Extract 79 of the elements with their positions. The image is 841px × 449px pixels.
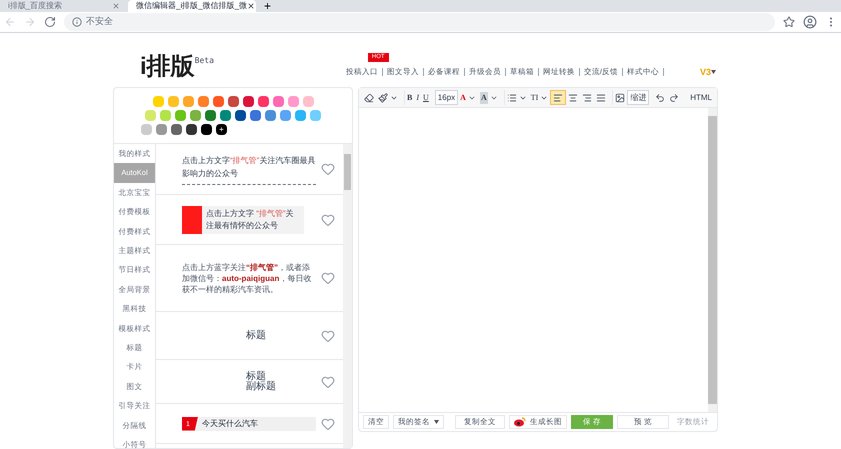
color-swatch[interactable] bbox=[258, 96, 268, 107]
color-swatch[interactable] bbox=[220, 110, 231, 121]
underline-button[interactable]: U bbox=[421, 90, 431, 105]
color-swatch[interactable] bbox=[156, 124, 167, 135]
color-swatch[interactable] bbox=[205, 110, 216, 121]
color-swatch[interactable] bbox=[302, 96, 314, 107]
follow-text: 点击上方文字 “排气管”关注最有情怀的公众号 bbox=[206, 208, 295, 232]
profile-icon[interactable] bbox=[803, 15, 817, 29]
italic-button[interactable]: I bbox=[414, 90, 422, 105]
align-left-icon bbox=[553, 92, 564, 102]
color-swatch[interactable] bbox=[288, 96, 298, 107]
follow-text: 点击上方文字“排气管”关注汽车圈最具影响力的公众号 bbox=[182, 154, 316, 184]
color-swatch[interactable] bbox=[242, 96, 254, 107]
paragraph-button[interactable]: TI bbox=[528, 90, 550, 105]
color-swatch[interactable] bbox=[280, 110, 291, 121]
beta-label: Beta bbox=[194, 55, 214, 67]
font-size-field[interactable]: 16px bbox=[434, 90, 458, 105]
subtitle-text: 副标题 bbox=[246, 382, 277, 392]
follow-text: 点击上方蓝字关注“排气管”，或者添加微信号：auto-paiqiguan，每日收获不一样的精彩汽车资讯。 bbox=[182, 262, 312, 294]
caret-icon bbox=[711, 70, 716, 74]
security-label: 不安全 bbox=[86, 15, 113, 28]
align-center-icon bbox=[568, 92, 578, 102]
add-color-button[interactable]: + bbox=[216, 124, 227, 135]
color-swatch[interactable] bbox=[228, 96, 238, 107]
color-swatch[interactable] bbox=[171, 124, 182, 135]
bold-button[interactable]: B bbox=[404, 90, 414, 105]
redo-icon bbox=[669, 92, 680, 102]
browser-tab[interactable]: i排版_百度搜索 bbox=[0, 0, 128, 12]
template-item[interactable]: 点击上方文字 “排气管”关注最有情怀的公众号 bbox=[156, 195, 343, 245]
caret-icon bbox=[434, 420, 439, 424]
cover-block bbox=[182, 206, 202, 234]
bookmark-star-icon[interactable] bbox=[783, 16, 795, 28]
color-swatch[interactable] bbox=[235, 110, 246, 121]
align-right-icon bbox=[582, 92, 592, 102]
color-swatch[interactable] bbox=[186, 124, 197, 135]
color-swatch[interactable] bbox=[182, 96, 194, 107]
favorite-icon[interactable] bbox=[321, 162, 335, 176]
tab-title: i排版_百度搜索 bbox=[8, 0, 62, 12]
color-swatch[interactable] bbox=[265, 110, 276, 121]
favorite-icon[interactable] bbox=[321, 416, 335, 430]
scrollbar[interactable] bbox=[708, 108, 717, 412]
paintbrush-icon bbox=[378, 92, 388, 102]
logo[interactable]: i排版 bbox=[140, 55, 195, 79]
title-text: 标题 bbox=[245, 328, 267, 343]
color-swatch[interactable] bbox=[212, 96, 224, 107]
color-swatch[interactable] bbox=[310, 110, 321, 121]
color-swatch[interactable] bbox=[175, 110, 186, 121]
color-swatch[interactable] bbox=[168, 96, 178, 107]
favorite-icon[interactable] bbox=[321, 212, 335, 226]
indent-button[interactable]: 缩进 bbox=[627, 90, 650, 105]
info-icon bbox=[72, 17, 82, 27]
url-field[interactable]: 不安全 bbox=[64, 13, 775, 31]
scrollbar[interactable] bbox=[343, 144, 352, 448]
color-swatch[interactable] bbox=[145, 110, 156, 121]
color-swatch[interactable] bbox=[152, 96, 164, 107]
close-icon[interactable] bbox=[247, 2, 256, 10]
align-left-button[interactable] bbox=[550, 90, 566, 105]
font-color-button[interactable]: A bbox=[458, 90, 478, 105]
title-text: 标题 bbox=[246, 372, 266, 382]
color-swatch[interactable] bbox=[198, 96, 208, 107]
color-swatch[interactable] bbox=[160, 110, 171, 121]
favorite-icon[interactable] bbox=[321, 374, 335, 388]
background-color-button[interactable]: A bbox=[478, 90, 500, 105]
favorite-icon[interactable] bbox=[321, 271, 335, 285]
eraser-icon bbox=[364, 92, 374, 102]
favorite-icon[interactable] bbox=[321, 328, 335, 342]
color-swatch[interactable] bbox=[190, 110, 201, 121]
align-justify-icon bbox=[596, 92, 606, 102]
color-swatch[interactable] bbox=[295, 110, 306, 121]
title-text: 今天买什么汽车 bbox=[201, 418, 258, 430]
color-swatch[interactable] bbox=[250, 110, 261, 121]
color-swatch[interactable] bbox=[201, 124, 212, 135]
color-swatch[interactable] bbox=[272, 96, 284, 107]
new-tab-button[interactable]: + bbox=[256, 0, 280, 12]
undo-icon bbox=[655, 92, 666, 102]
html-button[interactable]: HTML bbox=[688, 90, 714, 105]
color-swatch[interactable] bbox=[141, 124, 152, 135]
reload-icon[interactable] bbox=[44, 16, 56, 28]
image-icon bbox=[615, 92, 626, 102]
